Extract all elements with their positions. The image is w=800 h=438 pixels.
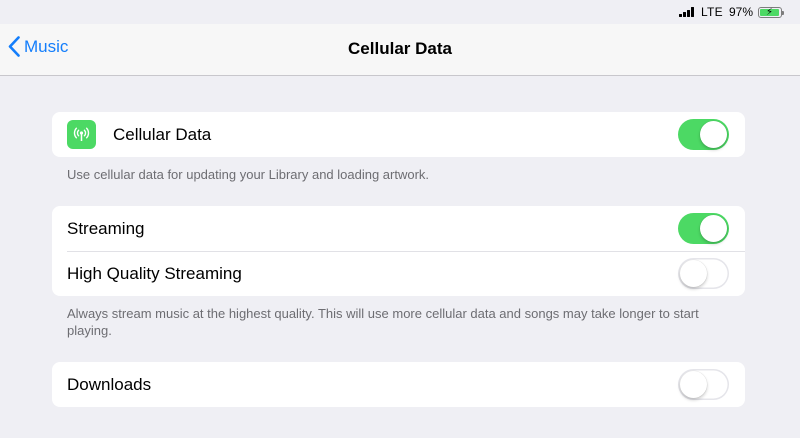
network-type: LTE <box>700 5 723 19</box>
streaming-label: Streaming <box>67 218 145 238</box>
high-quality-streaming-toggle[interactable] <box>678 258 729 289</box>
downloads-label: Downloads <box>67 374 152 394</box>
page-title: Cellular Data <box>348 39 452 58</box>
high-quality-streaming-label: High Quality Streaming <box>67 263 242 283</box>
toggle-knob <box>680 371 707 398</box>
streaming-row: Streaming <box>52 206 745 251</box>
streaming-toggle[interactable] <box>678 213 729 244</box>
toggle-knob <box>700 215 727 242</box>
downloads-row: Downloads <box>52 362 745 407</box>
downloads-toggle[interactable] <box>678 369 729 400</box>
streaming-group: Streaming High Quality Streaming <box>52 206 745 296</box>
charging-bolt-icon: ⚡ <box>766 6 774 18</box>
high-quality-streaming-row: High Quality Streaming <box>52 251 745 296</box>
battery-icon: ⚡ <box>758 6 784 18</box>
cellular-data-toggle[interactable] <box>678 119 729 150</box>
toggle-knob <box>700 121 727 148</box>
navigation-bar: Music Cellular Data <box>0 24 800 76</box>
battery-percent: 97% <box>728 5 753 19</box>
cellular-data-row: Cellular Data <box>52 112 745 157</box>
signal-strength-icon <box>678 7 695 17</box>
toggle-knob <box>680 260 707 287</box>
downloads-group: Downloads <box>52 362 745 407</box>
antenna-icon <box>67 120 96 149</box>
cellular-data-group: Cellular Data <box>52 112 745 157</box>
status-bar: LTE 97% ⚡ <box>0 0 800 24</box>
cellular-data-footer: Use cellular data for updating your Libr… <box>67 167 430 182</box>
high-quality-footer: Always stream music at the highest quali… <box>67 306 699 338</box>
cellular-data-label: Cellular Data <box>113 124 212 144</box>
